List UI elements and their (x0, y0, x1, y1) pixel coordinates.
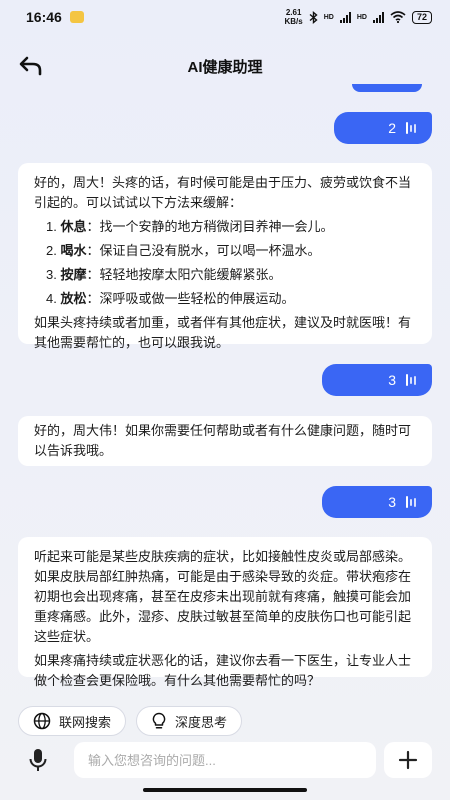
user-message-text: 3 (388, 372, 396, 388)
network-speed-value: 2.61 (285, 8, 302, 17)
status-bar: 16:46 2.61 KB/s HD HD 72 (0, 0, 450, 34)
status-right: 2.61 KB/s HD HD 72 (285, 8, 432, 26)
notification-app-icon (69, 11, 84, 23)
user-message[interactable]: 3 (322, 364, 432, 396)
previous-user-message-peek (352, 84, 422, 92)
tips-list: 1. 休息：找一个安静的地方稍微闭目养神一会儿。 2. 喝水：保证自己没有脱水，… (34, 217, 416, 309)
home-indicator[interactable] (143, 788, 307, 792)
status-time: 16:46 (26, 9, 62, 25)
wifi-icon (390, 11, 406, 23)
assistant-message-intro: 好的，周大伟！如果你需要任何帮助或者有什么健康问题，随时可以告诉我哦。 (34, 423, 412, 458)
page-title: AI健康助理 (187, 58, 263, 76)
back-icon[interactable] (18, 54, 44, 78)
add-button[interactable] (384, 742, 432, 778)
status-left: 16:46 (26, 9, 84, 25)
user-message[interactable]: 3 (322, 486, 432, 518)
voice-wave-icon (406, 495, 416, 509)
list-item: 1. 休息：找一个安静的地方稍微闭目养神一会儿。 (46, 219, 334, 234)
network-speed-unit: KB/s (284, 17, 303, 26)
bluetooth-icon (309, 10, 318, 24)
assistant-message-outro: 如果疼痛持续或症状恶化的话，建议你去看一下医生，让专业人士做个检查会更保险哦。有… (34, 653, 412, 688)
plus-icon (398, 750, 418, 770)
bottom-bar: 联网搜索 深度思考 (0, 700, 450, 800)
header: AI健康助理 (0, 44, 450, 88)
assistant-message: 好的，周大！头疼的话，有时候可能是由于压力、疲劳或饮食不当引起的。可以试试以下方… (18, 163, 432, 350)
list-item: 3. 按摩：轻轻地按摩太阳穴能缓解紧张。 (46, 267, 282, 282)
assistant-message: 好的，周大伟！如果你需要任何帮助或者有什么健康问题，随时可以告诉我哦。 (18, 416, 432, 466)
hd-badge-2: HD (356, 13, 367, 21)
web-search-label: 联网搜索 (59, 714, 112, 730)
deep-think-button[interactable]: 深度思考 (136, 706, 243, 736)
deep-think-label: 深度思考 (175, 714, 228, 730)
list-item: 4. 放松：深呼吸或做一些轻松的伸展运动。 (46, 291, 295, 306)
battery-icon: 72 (411, 10, 432, 24)
lightbulb-icon (152, 712, 166, 729)
assistant-message: 听起来可能是某些皮肤疾病的症状，比如接触性皮炎或局部感染。如果皮肤局部红肿热痛，… (18, 537, 432, 688)
user-message[interactable]: 2 (334, 112, 432, 144)
globe-icon (33, 712, 51, 730)
hd-badge-1: HD (323, 13, 334, 21)
voice-wave-icon (406, 121, 416, 135)
signal-icon-2 (372, 11, 384, 23)
assistant-message-outro: 如果头疼持续或者加重，或者伴有其他症状，建议及时就医哦！有其他需要帮忙的，也可以… (34, 315, 412, 350)
assistant-message-intro: 好的，周大！头疼的话，有时候可能是由于压力、疲劳或饮食不当引起的。可以试试以下方… (34, 175, 412, 210)
question-input[interactable] (74, 742, 376, 778)
web-search-button[interactable]: 联网搜索 (18, 706, 127, 736)
network-speed: 2.61 KB/s (285, 8, 303, 26)
assistant-message-intro: 听起来可能是某些皮肤疾病的症状，比如接触性皮炎或局部感染。如果皮肤局部红肿热痛，… (34, 549, 412, 644)
list-item: 2. 喝水：保证自己没有脱水，可以喝一杯温水。 (46, 243, 321, 258)
microphone-icon[interactable] (24, 746, 52, 774)
signal-icon-1 (339, 11, 351, 23)
user-message-text: 2 (388, 120, 396, 136)
user-message-text: 3 (388, 494, 396, 510)
voice-wave-icon (406, 373, 416, 387)
input-row (18, 742, 432, 778)
